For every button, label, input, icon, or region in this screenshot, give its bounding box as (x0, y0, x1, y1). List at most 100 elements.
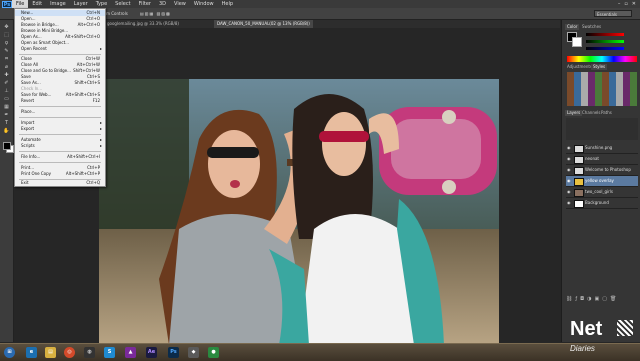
taskbar: ⊞ e ▤ ◎ ◍ S ▲ Ae Ps ◆ ● (0, 343, 640, 361)
after-effects-icon[interactable]: Ae (146, 347, 157, 358)
layer-thumbnail (574, 156, 584, 164)
menu-item-file-info[interactable]: File Info... Alt+Shift+Ctrl+I (15, 154, 105, 160)
maximize-icon[interactable]: ▫ (624, 0, 627, 8)
layer-actions-bar: ⛓ƒ◘◑▣▢🗑 (566, 296, 638, 303)
menu-bar: Ps File Edit Image Layer Type Select Fil… (0, 0, 640, 8)
color-bg-swatch[interactable] (572, 37, 582, 47)
layer-row[interactable]: ◉ yellow overlay (566, 176, 638, 187)
blue-slider[interactable] (586, 47, 624, 50)
menu-item-scripts[interactable]: Scripts ▸ (15, 143, 105, 149)
menu-file[interactable]: File (12, 0, 29, 8)
window-controls: – ▫ ✕ (618, 0, 640, 8)
menu-window[interactable]: Window (190, 0, 218, 8)
vlc-icon[interactable]: ▲ (125, 347, 136, 358)
ie-icon[interactable]: e (26, 347, 37, 358)
skype-icon[interactable]: S (104, 347, 115, 358)
menu-type[interactable]: Type (92, 0, 111, 8)
eyedropper-tool-icon[interactable]: ⌀ (3, 64, 10, 70)
eraser-tool-icon[interactable]: ▭ (3, 96, 10, 102)
layer-row[interactable]: ◉ Welcome to Photoshop (566, 165, 638, 176)
menu-view[interactable]: View (170, 0, 190, 8)
layer-row[interactable]: ◉ neonat (566, 154, 638, 165)
folder-icon[interactable]: ▤ (45, 347, 56, 358)
eye-icon[interactable]: ◉ (567, 157, 571, 161)
hand-tool-icon[interactable]: ✋ (3, 128, 10, 134)
menu-edit[interactable]: Edit (28, 0, 46, 8)
menu-image[interactable]: Image (46, 0, 70, 8)
brush-tool-icon[interactable]: ✐ (3, 80, 10, 86)
tab-adjustments[interactable]: Adjustments (565, 64, 594, 70)
submenu-arrow-icon: ▸ (99, 126, 102, 131)
watermark-pattern (617, 320, 633, 336)
menu-separator (19, 162, 101, 163)
tab-paths[interactable]: Paths (599, 110, 614, 116)
photoshop-icon[interactable]: Ps (168, 347, 179, 358)
file-menu-dropdown: New... Ctrl+N Open... Ctrl+O Browse in Bri… (14, 8, 106, 187)
menu-separator (19, 54, 101, 55)
menu-separator (19, 106, 101, 107)
menu-item-export[interactable]: Export ▸ (15, 126, 105, 132)
menu-filter[interactable]: Filter (135, 0, 155, 8)
layer-row[interactable]: ◉ Sunshine.png (566, 143, 638, 154)
pen-tool-icon[interactable]: ✒ (3, 112, 10, 118)
menu-3d[interactable]: 3D (155, 0, 170, 8)
start-button-icon[interactable]: ⊞ (4, 347, 15, 358)
menu-select[interactable]: Select (111, 0, 134, 8)
layer-row[interactable]: ◉ two_cool_girls (566, 187, 638, 198)
workspace-select[interactable]: Essentials (594, 10, 632, 17)
tab-color[interactable]: Color (565, 24, 580, 30)
menu-separator (19, 117, 101, 118)
green-slider[interactable] (586, 40, 624, 43)
lasso-tool-icon[interactable]: ϙ (3, 40, 10, 46)
styles-grid[interactable] (567, 72, 637, 106)
color-spectrum[interactable] (567, 56, 637, 62)
trash-icon[interactable]: 🗑 (610, 296, 619, 302)
menu-item-revert[interactable]: Revert F12 (15, 98, 105, 104)
tab-document-2[interactable]: DAW_CANON_50_MANUAL(02 @ 13% (RGB/8)) (214, 20, 313, 28)
healing-brush-tool-icon[interactable]: ✚ (3, 72, 10, 78)
red-slider[interactable] (586, 33, 624, 36)
minimize-icon[interactable]: – (618, 0, 621, 8)
new-layer-icon[interactable]: ▢ (602, 296, 610, 302)
photoshop-logo: Ps (2, 0, 12, 8)
marquee-tool-icon[interactable]: ⬚ (3, 32, 10, 38)
quick-select-tool-icon[interactable]: ✎ (3, 48, 10, 54)
menu-help[interactable]: Help (218, 0, 237, 8)
document-image[interactable] (99, 79, 499, 345)
app-icon[interactable]: ◆ (188, 347, 199, 358)
gradient-tool-icon[interactable]: ▦ (3, 104, 10, 110)
menu-separator (19, 151, 101, 152)
link-icon[interactable]: ⛓ (566, 296, 575, 302)
move-tool-icon[interactable]: ✥ (3, 24, 10, 30)
chrome-icon[interactable]: ◎ (64, 347, 75, 358)
layer-thumbnail (574, 178, 584, 186)
menu-layer[interactable]: Layer (70, 0, 92, 8)
app-icon[interactable]: ● (208, 347, 219, 358)
watermark-logo: Net (570, 318, 603, 340)
crop-tool-icon[interactable]: ⌗ (3, 56, 10, 62)
eye-icon[interactable]: ◉ (567, 201, 571, 205)
layer-row[interactable]: ◉ Background (566, 198, 638, 209)
eye-icon[interactable]: ◉ (567, 168, 571, 172)
menu-item-print-one-copy[interactable]: Print One Copy Alt+Shift+Ctrl+P (15, 171, 105, 177)
eye-icon[interactable]: ◉ (567, 190, 571, 194)
layer-thumbnail (574, 200, 584, 208)
tools-panel: ✥ ⬚ ϙ ✎ ⌗ ⌀ ✚ ✐ ⊥ ▭ ▦ ✒ T ✋ (0, 20, 14, 342)
steam-icon[interactable]: ◍ (84, 347, 95, 358)
tab-styles[interactable]: Styles (591, 64, 608, 70)
align-icons[interactable]: ▤▥▦ ▧▨▩ (140, 8, 171, 19)
foreground-color-swatch[interactable] (3, 142, 11, 150)
type-tool-icon[interactable]: T (3, 120, 10, 126)
menu-item-place[interactable]: Place... (15, 109, 105, 115)
close-icon[interactable]: ✕ (632, 0, 636, 8)
layer-options (566, 118, 638, 140)
eye-icon[interactable]: ◉ (567, 179, 571, 183)
menu-item-open-recent[interactable]: Open Recent ▸ (15, 46, 105, 52)
tab-document-1[interactable]: googlemailing.jpg @ 33.3% (RGB/8) (104, 20, 182, 28)
tab-swatches[interactable]: Swatches (580, 24, 603, 30)
clone-stamp-tool-icon[interactable]: ⊥ (3, 88, 10, 94)
eye-icon[interactable]: ◉ (567, 146, 571, 150)
watermark-subtext: Diaries (570, 344, 595, 353)
menu-item-exit[interactable]: Exit Ctrl+Q (15, 180, 105, 186)
submenu-arrow-icon: ▸ (99, 46, 102, 51)
